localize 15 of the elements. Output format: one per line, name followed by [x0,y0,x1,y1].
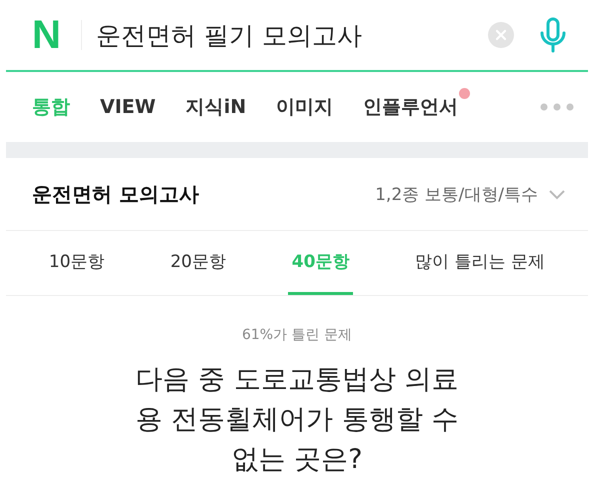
quiz-title: 운전면허 모의고사 [32,180,199,208]
clear-icon[interactable] [488,22,514,48]
search-tab[interactable]: 인플루언서 [363,96,458,118]
more-icon[interactable] [540,103,574,111]
microphone-icon[interactable] [538,17,568,53]
chevron-down-icon [548,188,566,200]
search-tab[interactable]: 지식iN [186,96,246,118]
wrong-rate-text: 61%가 틀린 문제 [242,326,352,344]
category-dropdown[interactable]: 1,2종 보통/대형/특수 [375,182,566,206]
question-count-tab[interactable]: 많이 틀리는 문제 [411,231,550,295]
question-count-tab[interactable]: 10문항 [44,231,109,295]
search-tab[interactable]: VIEW [100,96,156,118]
question-count-tab[interactable]: 20문항 [166,231,230,295]
question-text: 다음 중 도로교통법상 의료용 전동휠체어가 통행할 수 없는 곳은? [134,363,460,477]
search-tab[interactable]: 이미지 [276,96,334,118]
